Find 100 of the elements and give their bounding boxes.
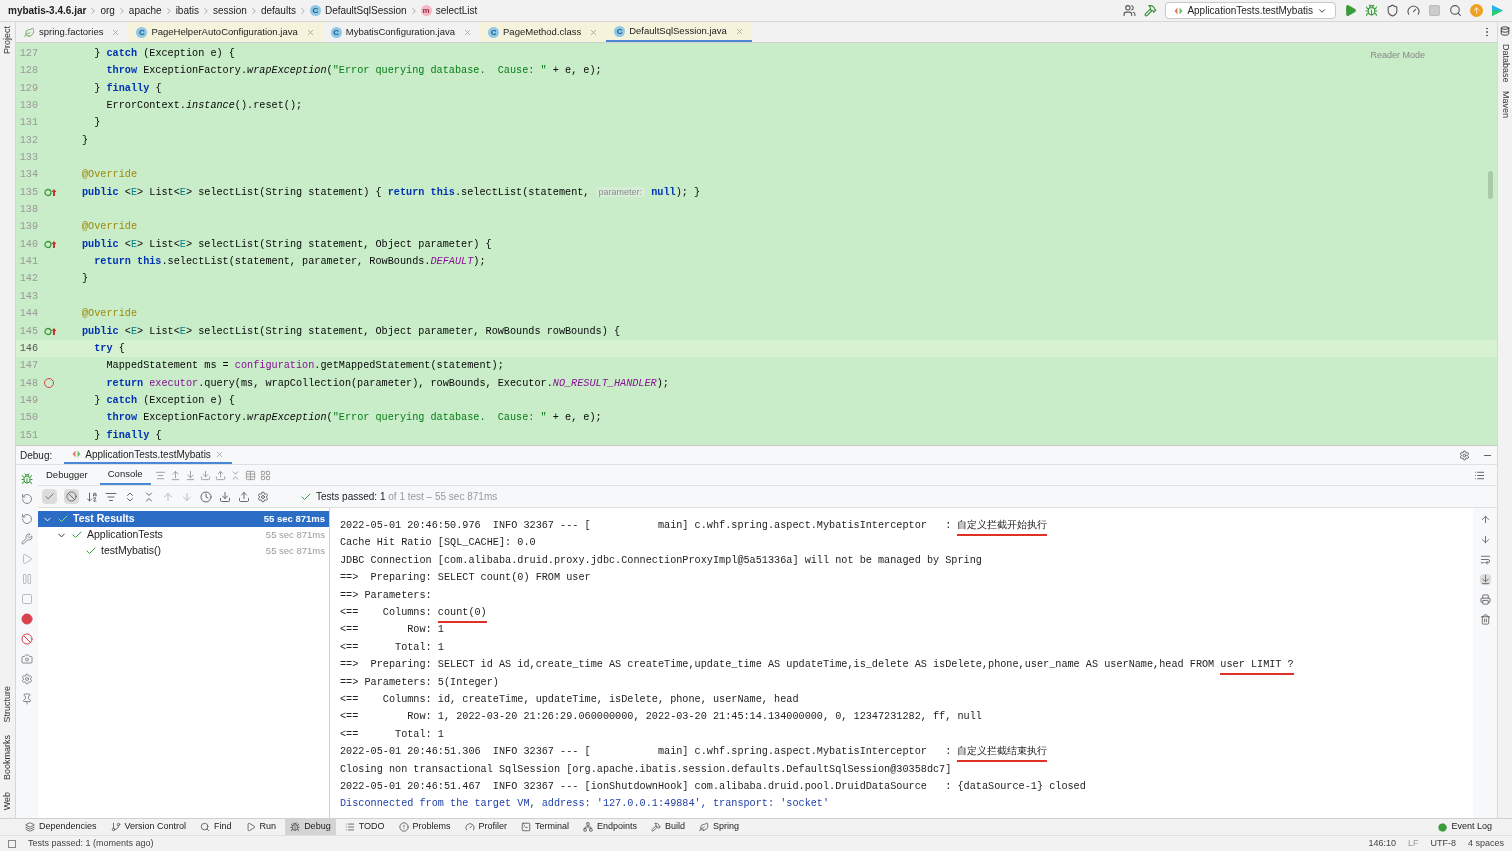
breadcrumb[interactable]: m selectList [420, 3, 478, 18]
run-configuration-dropdown[interactable]: ApplicationTests.testMybatis [1165, 2, 1336, 19]
scroll-up-icon[interactable] [1479, 514, 1491, 525]
breadcrumb[interactable]: mybatis-3.4.6.jar [8, 3, 87, 18]
profile-icon[interactable] [1407, 4, 1420, 17]
breadcrumb[interactable]: apache [128, 3, 162, 18]
expand-all-icon[interactable] [124, 490, 136, 503]
override-marker-icon[interactable] [44, 239, 57, 249]
update-icon[interactable] [1470, 4, 1483, 17]
caret-position[interactable]: 146:10 [1368, 836, 1396, 851]
tree-item[interactable]: Test Results 55 sec 871ms [38, 511, 329, 527]
camera-icon[interactable] [21, 653, 33, 665]
pause-icon[interactable] [21, 573, 33, 585]
grid-icon[interactable] [259, 469, 271, 481]
step-into-icon[interactable] [184, 469, 196, 481]
debug-icon[interactable] [21, 473, 33, 485]
close-icon[interactable] [111, 27, 121, 37]
scroll-to-end-icon[interactable] [1479, 574, 1491, 585]
clear-icon[interactable] [1479, 614, 1491, 625]
list-icon[interactable] [1474, 469, 1485, 481]
status-square-icon[interactable] [8, 839, 16, 848]
pin-icon[interactable] [21, 693, 33, 705]
resume-icon[interactable] [21, 553, 33, 565]
close-icon[interactable] [463, 27, 473, 37]
force-step-into-icon[interactable] [199, 469, 211, 481]
table-icon[interactable] [244, 469, 256, 481]
coverage-icon[interactable] [1386, 4, 1399, 17]
hammer-icon[interactable] [1144, 4, 1158, 17]
tool-window-button[interactable]: Profiler [459, 819, 513, 835]
panel-tab[interactable]: Debugger [38, 465, 96, 485]
layout-icon[interactable] [154, 469, 166, 481]
tool-window-tab[interactable]: Web [0, 791, 19, 810]
tool-window-button[interactable]: Event Log [1438, 820, 1492, 834]
tree-item[interactable]: ApplicationTests 55 sec 871ms [38, 527, 329, 543]
restart-icon[interactable] [21, 513, 33, 525]
tool-window-button[interactable]: TODO [339, 819, 390, 835]
tool-window-tab[interactable]: Structure [0, 686, 19, 723]
file-encoding[interactable]: UTF-8 [1430, 836, 1456, 851]
soft-wrap-icon[interactable] [1479, 554, 1491, 565]
show-passed-toggle[interactable] [42, 489, 57, 504]
tool-window-button[interactable]: Dependencies [20, 819, 102, 835]
history-icon[interactable] [200, 490, 212, 503]
editor-tab[interactable]: C MybatisConfiguration.java [322, 22, 481, 42]
tool-window-tab[interactable]: Database [1494, 44, 1512, 83]
scroll-down-icon[interactable] [1479, 534, 1491, 545]
tool-window-button[interactable]: Spring [694, 819, 745, 835]
tool-window-tab[interactable]: Bookmarks [0, 734, 19, 780]
breadcrumb[interactable]: defaults [260, 3, 296, 18]
override-marker-icon[interactable] [44, 326, 57, 336]
breadcrumb[interactable]: C DefaultSqlSession [309, 3, 407, 18]
editor-tab[interactable]: spring.factories [16, 22, 129, 42]
breadcrumb[interactable]: ibatis [175, 3, 199, 18]
step-over-icon[interactable] [169, 469, 181, 481]
search-icon[interactable] [1449, 4, 1462, 17]
step-out-icon[interactable] [214, 469, 226, 481]
settings-icon[interactable] [1459, 449, 1470, 461]
panel-tab[interactable]: Console [99, 465, 151, 485]
debug-icon[interactable] [1365, 4, 1378, 17]
tree-item[interactable]: testMybatis() 55 sec 871ms [38, 543, 329, 559]
stop-icon[interactable] [1428, 4, 1441, 17]
wrench-icon[interactable] [21, 533, 33, 545]
debug-session-tab[interactable]: ApplicationTests.testMybatis [64, 446, 232, 464]
mute-breakpoints-icon[interactable] [21, 633, 33, 645]
breakpoints-icon[interactable] [21, 613, 33, 625]
show-ignored-toggle[interactable] [64, 489, 79, 504]
collapse-all-icon[interactable] [143, 490, 155, 503]
tool-window-button[interactable]: Find [195, 819, 237, 835]
logo-icon[interactable] [1491, 4, 1504, 17]
tool-window-tab[interactable]: Maven [1494, 90, 1512, 118]
tool-window-button[interactable]: Endpoints [578, 819, 643, 835]
export-icon[interactable] [238, 490, 250, 503]
tool-window-button[interactable]: Version Control [105, 819, 192, 835]
sort-alphabetically-icon[interactable] [86, 490, 98, 503]
editor-tab[interactable]: C PageMethod.class [480, 22, 607, 42]
scrollbar-thumb[interactable] [1488, 171, 1493, 199]
editor-tab[interactable]: C PageHelperAutoConfiguration.java [128, 22, 323, 42]
rerun-icon[interactable] [21, 493, 33, 505]
stop-icon[interactable] [21, 593, 33, 605]
indent-setting[interactable]: 4 spaces [1467, 836, 1504, 851]
user-icon[interactable] [1123, 4, 1137, 17]
sort-by-duration-icon[interactable] [105, 490, 117, 503]
tool-window-button[interactable]: Build [646, 819, 691, 835]
editor-tab[interactable]: C DefaultSqlSession.java [606, 22, 752, 42]
import-icon[interactable] [219, 490, 231, 503]
run-icon[interactable] [1344, 4, 1357, 17]
settings-icon[interactable] [21, 673, 33, 685]
database-icon[interactable] [1500, 26, 1510, 36]
close-icon[interactable] [305, 27, 315, 37]
tool-window-button[interactable]: Debug [285, 819, 336, 835]
print-icon[interactable] [1479, 594, 1491, 605]
close-icon[interactable] [734, 26, 744, 36]
close-icon[interactable] [214, 449, 224, 459]
breadcrumb[interactable]: org [100, 3, 115, 18]
breadcrumb[interactable]: session [213, 3, 247, 18]
tool-window-button[interactable]: Terminal [516, 819, 575, 835]
tool-window-button[interactable]: Run [240, 819, 282, 835]
close-icon[interactable] [589, 27, 599, 37]
settings-icon[interactable] [257, 490, 269, 503]
tool-window-button[interactable]: Problems [393, 819, 456, 835]
tool-window-tab[interactable]: Project [0, 26, 19, 54]
